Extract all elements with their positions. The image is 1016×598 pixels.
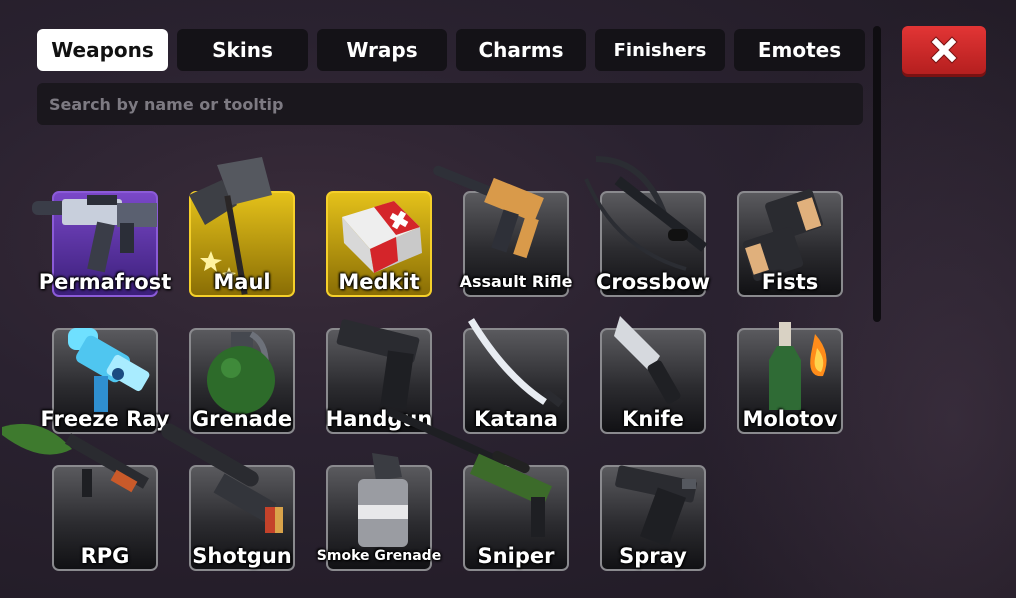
item-label: Sniper <box>477 544 555 568</box>
item-molotov[interactable]: Molotov <box>737 322 843 434</box>
close-button[interactable] <box>902 26 986 74</box>
item-label: Grenade <box>191 407 293 431</box>
item-label: Assault Rifle <box>459 272 573 291</box>
item-label: Crossbow <box>595 270 711 294</box>
item-label: Permafrost <box>38 270 172 294</box>
item-rpg[interactable]: RPG <box>2 423 158 571</box>
search-input[interactable] <box>47 93 853 115</box>
item-crossbow[interactable]: Crossbow <box>584 156 710 297</box>
weapon-grid: Permafrost Maul Medkit Assault Rifle Cro… <box>2 156 852 581</box>
item-label: Molotov <box>742 407 838 431</box>
category-tabs: Weapons Skins Wraps Charms Finishers Emo… <box>37 29 865 71</box>
close-x-icon <box>930 36 958 64</box>
sniper-icon <box>386 408 553 537</box>
item-maul[interactable]: Maul <box>189 157 295 297</box>
tab-finishers[interactable]: Finishers <box>595 29 725 71</box>
item-label: Maul <box>213 270 271 294</box>
item-label: Shotgun <box>192 544 292 568</box>
tab-wraps[interactable]: Wraps <box>317 29 447 71</box>
tab-emotes[interactable]: Emotes <box>734 29 865 71</box>
item-katana[interactable]: Katana <box>463 318 569 434</box>
item-permafrost[interactable]: Permafrost <box>32 191 171 297</box>
search-bar <box>37 83 863 125</box>
molotov-icon <box>769 322 827 410</box>
tab-weapons[interactable]: Weapons <box>37 29 168 71</box>
tab-skins[interactable]: Skins <box>177 29 308 71</box>
item-handgun[interactable]: Handgun <box>326 319 432 434</box>
item-shotgun[interactable]: Shotgun <box>161 423 295 571</box>
item-sniper[interactable]: Sniper <box>386 408 569 571</box>
medkit-icon <box>342 201 422 273</box>
item-spray[interactable]: Spray <box>600 465 706 571</box>
scrollbar[interactable] <box>873 26 881 322</box>
spray-can-icon <box>615 465 697 547</box>
item-grenade[interactable]: Grenade <box>189 328 295 434</box>
item-label: Knife <box>622 407 684 431</box>
item-label: Spray <box>619 544 687 568</box>
crossbow-icon <box>584 156 708 271</box>
item-fists[interactable]: Fists <box>737 189 843 297</box>
shotgun-icon <box>161 423 283 533</box>
item-label: Medkit <box>338 270 420 294</box>
item-knife[interactable]: Knife <box>600 316 706 434</box>
item-medkit[interactable]: Medkit <box>326 191 432 297</box>
item-assault-rifle[interactable]: Assault Rifle <box>433 165 572 297</box>
assault-rifle-icon <box>433 165 544 259</box>
knife-icon <box>614 316 681 404</box>
item-label: Fists <box>761 270 819 294</box>
rpg-icon <box>2 423 149 497</box>
tab-charms[interactable]: Charms <box>456 29 586 71</box>
